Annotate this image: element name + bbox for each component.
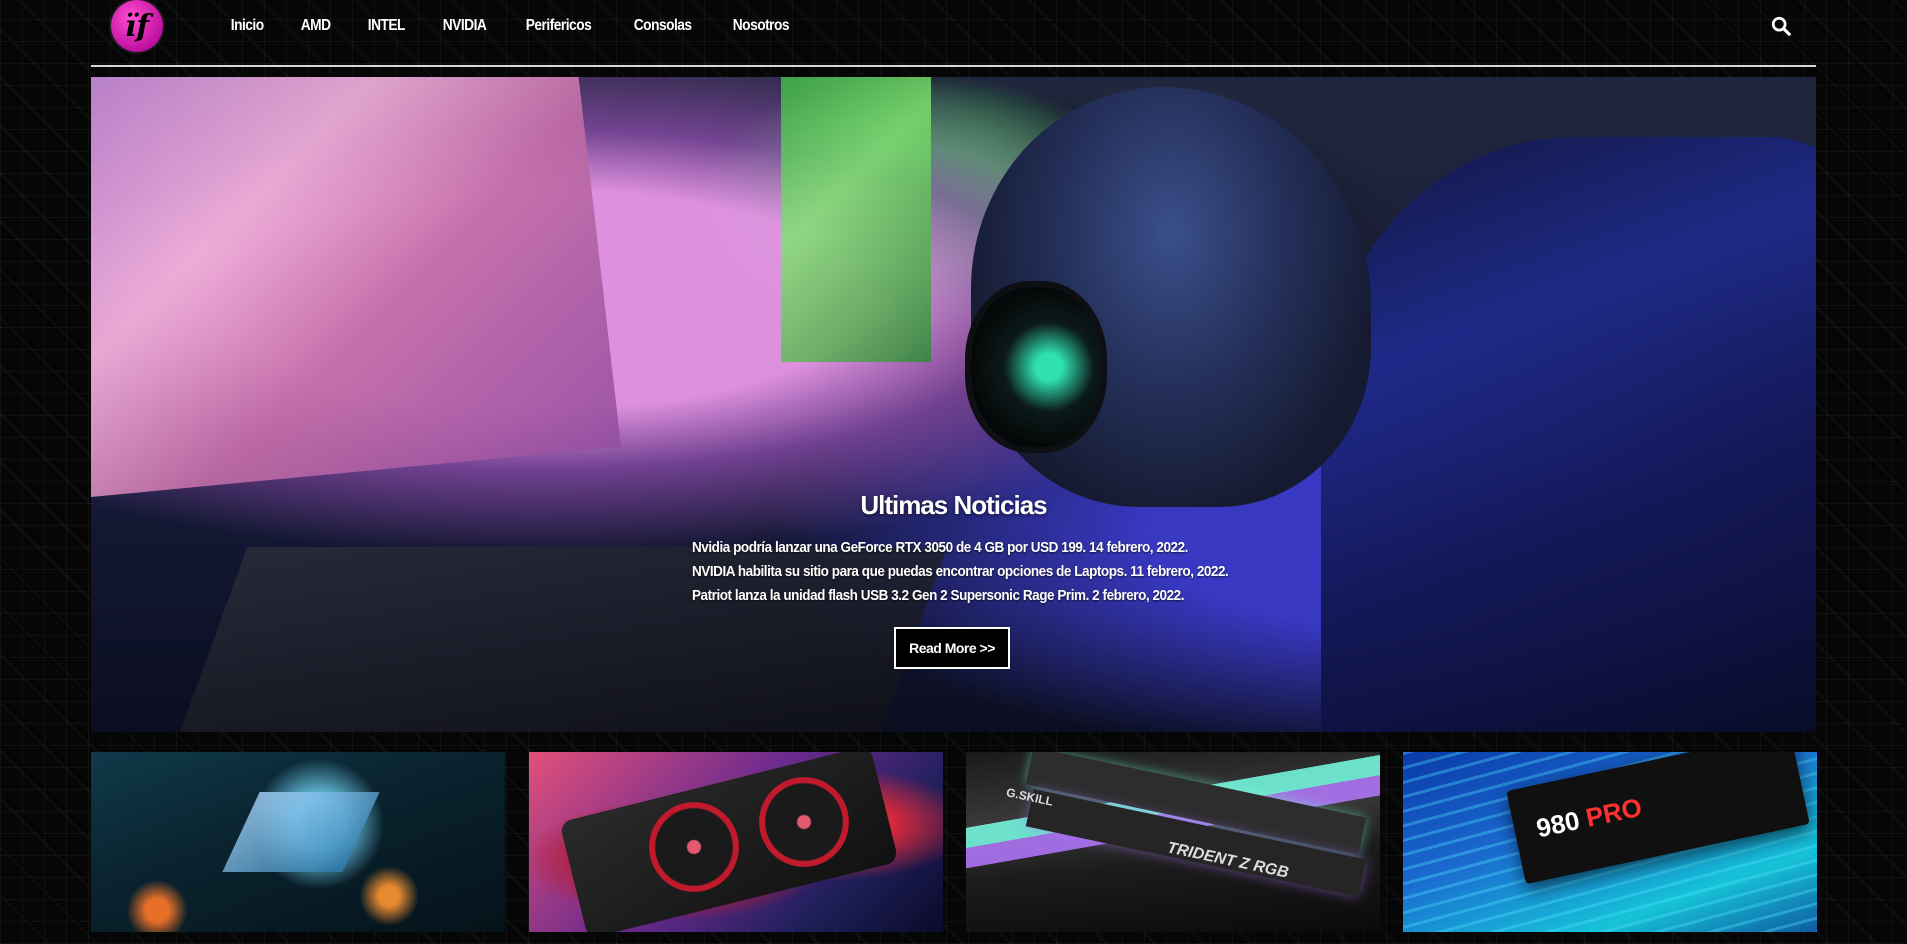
site-header: ïf Inicio AMD INTEL NVIDIA Perifericos C… (91, 0, 1816, 67)
news-item[interactable]: NVIDIA habilita su sitio para que puedas… (692, 560, 1229, 584)
category-thumbnails: G.SKILL TRIDENT Z RGB 980 PRO (91, 752, 1817, 932)
nav-item-intel[interactable]: INTEL (354, 14, 419, 38)
ssd-accent: PRO (1583, 791, 1645, 833)
nav-item-nvidia[interactable]: NVIDIA (429, 14, 500, 38)
read-more-button[interactable]: Read More >> (894, 627, 1010, 669)
site-logo[interactable]: ïf (111, 0, 163, 52)
ssd-label: 980 PRO (1534, 792, 1645, 845)
search-icon[interactable] (1770, 15, 1792, 37)
nav-item-nosotros[interactable]: Nosotros (719, 14, 803, 38)
thumbnail-memory[interactable]: G.SKILL TRIDENT Z RGB (966, 752, 1380, 932)
hero-banner: Ultimas Noticias Nvidia podría lanzar un… (91, 77, 1816, 732)
header-divider (91, 65, 1816, 67)
chip-icon (222, 792, 380, 872)
nav-item-amd[interactable]: AMD (287, 14, 344, 38)
hero-content: Ultimas Noticias Nvidia podría lanzar un… (91, 77, 1816, 732)
thumbnail-graphics-card[interactable] (529, 752, 943, 932)
thumbnail-ssd[interactable]: 980 PRO (1403, 752, 1817, 932)
thumbnail-processor[interactable] (91, 752, 505, 932)
fan-icon (649, 802, 739, 892)
ssd-icon: 980 PRO (1506, 752, 1810, 885)
news-item[interactable]: Patriot lanza la unidad flash USB 3.2 Ge… (692, 584, 1228, 608)
ssd-model: 980 (1533, 804, 1583, 844)
nav-item-inicio[interactable]: Inicio (217, 14, 277, 38)
nav-item-consolas[interactable]: Consolas (620, 14, 705, 38)
main-nav: Inicio AMD INTEL NVIDIA Perifericos Cons… (217, 14, 816, 38)
fan-icon (759, 777, 849, 867)
news-list: Nvidia podría lanzar una GeForce RTX 305… (692, 536, 1288, 608)
hero-title: Ultimas Noticias (860, 490, 1047, 520)
logo-mark: ïf (124, 8, 150, 44)
nav-item-perifericos[interactable]: Perifericos (512, 14, 605, 38)
news-item[interactable]: Nvidia podría lanzar una GeForce RTX 305… (692, 536, 1228, 560)
